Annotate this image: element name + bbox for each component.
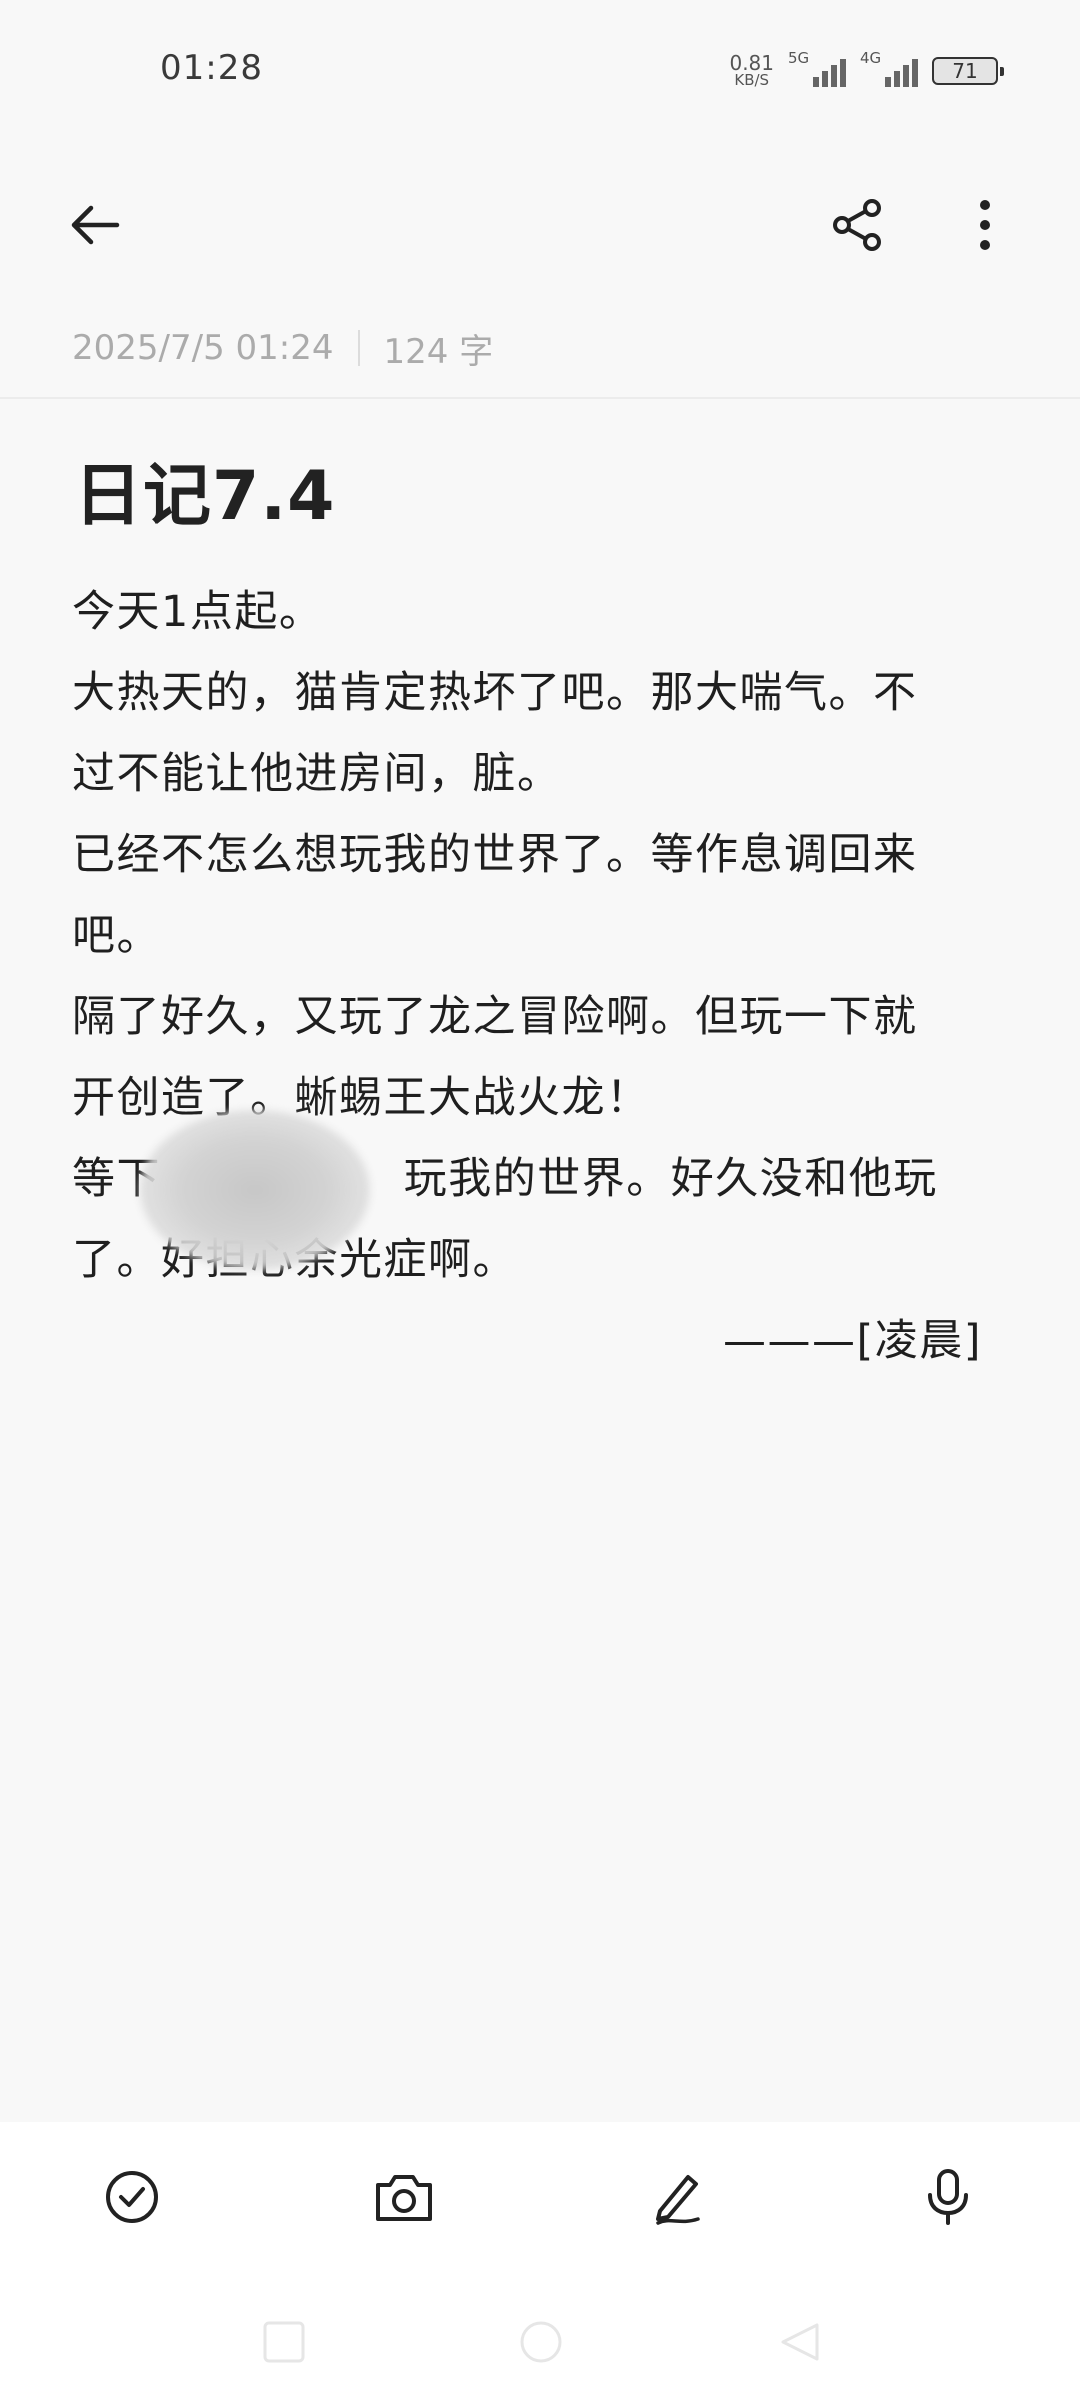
checklist-button[interactable]: [82, 2122, 182, 2272]
signal-4g-icon: 4G: [860, 49, 918, 91]
check-circle-icon: [106, 2171, 158, 2223]
square-icon: [263, 2321, 305, 2363]
battery-icon: 71: [932, 57, 1004, 85]
battery-level: 71: [952, 59, 978, 83]
note-line: 大热天的，猫肯定热坏了吧。那大喘气。不: [72, 668, 918, 718]
note-title[interactable]: 日记7.4: [74, 440, 335, 539]
home-button[interactable]: [511, 2312, 571, 2372]
network-speed-unit: KB/S: [734, 71, 770, 89]
header-divider: [0, 397, 1080, 399]
note-line: 过不能让他进房间，脏。: [72, 749, 562, 799]
meta-separator: [357, 330, 360, 366]
camera-button[interactable]: [354, 2122, 454, 2272]
share-button[interactable]: [813, 180, 903, 270]
recent-apps-button[interactable]: [254, 2312, 314, 2372]
status-time: 01:28: [160, 48, 263, 88]
more-vertical-icon: [980, 200, 990, 250]
more-options-button[interactable]: [940, 180, 1030, 270]
triangle-back-icon: [781, 2323, 819, 2361]
camera-icon: [376, 2175, 432, 2221]
note-line: 已经不怎么想玩我的世界了。等作息调回来: [72, 830, 918, 880]
note-line: 隔了好久，又玩了龙之冒险啊。但玩一下就: [72, 992, 918, 1042]
microphone-icon: [928, 2169, 968, 2225]
note-signature: ———[凌晨]: [722, 1316, 982, 1366]
pen-icon: [656, 2175, 700, 2225]
signal-4g-label: 4G: [860, 49, 882, 67]
share-icon: [833, 199, 881, 251]
status-bar: 01:28 0.81 KB/S 5G 4G 71: [0, 0, 1080, 140]
note-meta: 2025/7/5 01:24 124 字: [72, 326, 494, 372]
handwrite-button[interactable]: [626, 2122, 726, 2272]
redaction-blur: [140, 1110, 370, 1270]
note-line: 今天1点起。: [72, 587, 324, 637]
back-button[interactable]: [50, 180, 140, 270]
note-line: 吧。: [72, 911, 161, 961]
note-word-count: 124 字: [383, 331, 494, 372]
top-app-bar: [0, 180, 1080, 270]
signal-5g-label: 5G: [788, 49, 810, 67]
voice-input-button[interactable]: [898, 2122, 998, 2272]
circle-icon: [520, 2321, 562, 2363]
note-toolbar: [0, 2122, 1080, 2272]
arrow-left-icon: [71, 205, 120, 245]
status-indicators: 0.81 KB/S 5G 4G 71: [729, 48, 1004, 94]
system-nav-bar: [0, 2272, 1080, 2400]
signal-5g-icon: 5G: [788, 49, 846, 91]
network-speed: 0.81 KB/S: [729, 53, 774, 89]
note-datetime: 2025/7/5 01:24: [72, 328, 334, 368]
back-nav-button[interactable]: [770, 2312, 830, 2372]
